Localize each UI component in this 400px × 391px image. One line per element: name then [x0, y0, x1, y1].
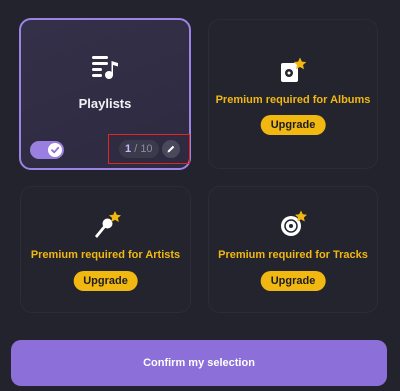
- playlists-counter: 1 / 10: [119, 140, 159, 158]
- artists-upgrade-button[interactable]: Upgrade: [73, 271, 138, 291]
- playlists-toggle[interactable]: [30, 141, 64, 159]
- count-max: 10: [140, 143, 153, 155]
- album-star-icon: [278, 56, 308, 86]
- count-current: 1: [125, 143, 132, 155]
- toggle-knob: [48, 143, 62, 157]
- artists-premium-text: Premium required for Artists: [30, 249, 181, 261]
- tracks-upgrade-button[interactable]: Upgrade: [260, 271, 326, 291]
- artists-card[interactable]: Premium required for Artists Upgrade: [20, 186, 191, 313]
- albums-upgrade-button[interactable]: Upgrade: [260, 115, 326, 135]
- vinyl-star-icon: [278, 209, 308, 239]
- check-icon: [51, 146, 60, 154]
- count-separator: /: [134, 143, 138, 155]
- edit-count-button[interactable]: [162, 140, 180, 158]
- albums-card[interactable]: Premium required for Albums Upgrade: [208, 19, 378, 169]
- playlist-icon: [90, 52, 120, 82]
- albums-premium-text: Premium required for Albums: [215, 94, 371, 106]
- tracks-premium-text: Premium required for Tracks: [218, 249, 368, 261]
- playlists-card[interactable]: Playlists 1 / 10: [19, 18, 191, 170]
- selection-page: Playlists 1 / 10 Premium required for Al…: [0, 0, 400, 391]
- tracks-card[interactable]: Premium required for Tracks Upgrade: [208, 186, 378, 313]
- confirm-selection-button[interactable]: Confirm my selection: [11, 340, 387, 386]
- pencil-icon: [167, 145, 175, 153]
- counter-highlight: 1 / 10: [108, 134, 190, 164]
- playlists-title: Playlists: [78, 96, 132, 111]
- microphone-star-icon: [91, 209, 121, 239]
